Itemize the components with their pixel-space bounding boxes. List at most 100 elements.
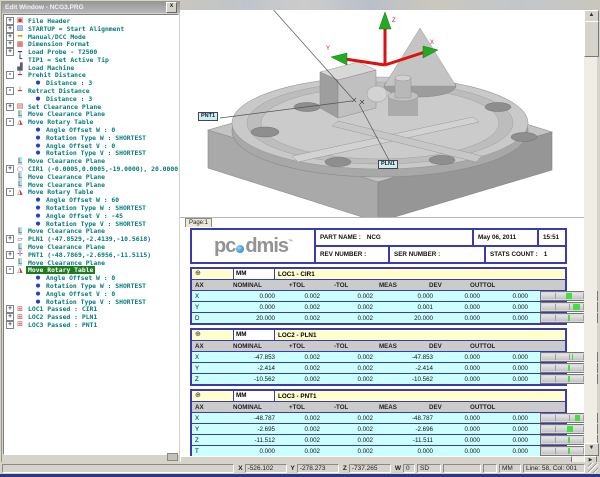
expand-toggle-icon[interactable]: - (6, 118, 14, 126)
edit-window-scroll-corner[interactable] (167, 453, 178, 461)
edit-window-titlebar[interactable]: Edit Window - NCG3.PRG x (2, 2, 180, 13)
expand-toggle-icon[interactable]: - (6, 188, 14, 196)
tree-item[interactable]: + LOC1 Passed : CIR1 (6, 305, 178, 313)
tree-item[interactable]: + LOC2 Passed : PLN1 (6, 313, 178, 321)
tree-item[interactable]: - Move Rotary Table (6, 189, 178, 197)
vertical-scrollbar[interactable]: ▲ ▼ (584, 10, 597, 456)
tree-item-icon (34, 79, 42, 87)
tree-item-icon (16, 119, 24, 126)
tree-item-label: Move Rotary Table (26, 266, 95, 274)
tree-item[interactable]: Rotation Type W : SHORTEST (6, 204, 178, 212)
expand-toggle-icon[interactable]: + (6, 25, 14, 33)
tree-item[interactable]: + Manual/DCC Mode (6, 33, 178, 41)
tree-item[interactable]: - Prehit Distance (6, 72, 178, 80)
tree-item[interactable]: Move Clearance Plane (6, 111, 178, 119)
point-feature-label[interactable]: PNT1 (198, 112, 218, 121)
tree-item[interactable]: Move Clearance Plane (6, 228, 178, 236)
tree-item[interactable]: + Dimension Format (6, 40, 178, 48)
expand-toggle-icon[interactable]: + (6, 103, 14, 111)
tree-item[interactable]: Move Clearance Plane (6, 259, 178, 267)
tree-item[interactable]: Rotation Type V : SHORTEST (6, 150, 178, 158)
tree-item-label: Move Clearance Plane (26, 243, 107, 251)
tree-item[interactable]: + PNT1 (-48.7869,-2.6956,-11.5115) (6, 251, 178, 259)
expand-toggle-icon[interactable]: + (6, 251, 14, 259)
measurement-row: T0.0000.0020.0020.0000.0000.000 (192, 445, 565, 456)
tree-item[interactable]: + STARTUP = Start Alignment (6, 25, 178, 33)
measurement-row: D20.0000.0020.00220.0000.0000.000 (192, 312, 565, 323)
tree-item-icon (16, 321, 24, 328)
tree-item[interactable]: + Load Probe - T2500 (6, 48, 178, 56)
expand-toggle-icon[interactable]: + (6, 235, 14, 243)
expand-toggle-icon[interactable]: + (6, 48, 14, 56)
scroll-down-icon[interactable]: ▼ (584, 443, 599, 456)
tree-item[interactable]: + LOC3 Passed : PNT1 (6, 321, 178, 329)
vertical-scroll-thumb[interactable] (584, 21, 599, 57)
tree-item[interactable]: Rotation Type V : SHORTEST (6, 220, 178, 228)
expand-toggle-icon[interactable]: + (6, 17, 14, 25)
expand-toggle-icon[interactable]: - (6, 266, 14, 274)
tree-item-icon (34, 149, 42, 157)
tree-item[interactable]: Move Clearance Plane (6, 157, 178, 165)
tree-item[interactable]: TIP1 = Set Active Tip (6, 56, 178, 64)
tree-item[interactable]: Distance : 3 (6, 95, 178, 103)
close-icon[interactable]: x (166, 2, 177, 13)
z-coord-value: -737.265 (349, 464, 391, 473)
tree-item[interactable]: - Retract Distance (6, 87, 178, 95)
dimension-section-loc3: ⊕ MM LOC3 - PNT1 AXNOMINAL+TOL-TOLMEASDE… (190, 389, 567, 458)
plane-feature-label[interactable]: PLN1 (378, 160, 398, 169)
resize-grip[interactable] (588, 463, 598, 473)
tree-item[interactable]: Move Clearance Plane (6, 181, 178, 189)
tree-item[interactable]: Rotation Type W : SHORTEST (6, 134, 178, 142)
tree-item[interactable]: Angle Offset V : 0 (6, 142, 178, 150)
expand-toggle-icon[interactable]: + (6, 40, 14, 48)
tree-item[interactable]: Move Clearance Plane (6, 173, 178, 181)
tree-item[interactable]: - Move Rotary Table (6, 267, 178, 275)
tree-item[interactable]: Angle Offset W : 0 (6, 274, 178, 282)
tree-item[interactable]: Rotation Type W : SHORTEST (6, 282, 178, 290)
section-header: ⊕ MM LOC1 - CIR1 (192, 269, 565, 280)
x-coord-value: -526.102 (245, 464, 287, 473)
tree-item-label: LOC1 Passed : CIR1 (26, 305, 99, 313)
tree-item[interactable]: Angle Offset V : -45 (6, 212, 178, 220)
tree-item[interactable]: + File Header (6, 17, 178, 25)
tree-item-icon (16, 33, 24, 40)
tree-item[interactable]: Move Clearance Plane (6, 243, 178, 251)
tree-item[interactable]: Angle Offset W : 60 (6, 196, 178, 204)
logo-trademark: ™ (288, 239, 292, 245)
tree-item-label: Distance : 3 (44, 95, 94, 103)
expand-toggle-icon[interactable]: + (6, 321, 14, 329)
expand-toggle-icon[interactable]: + (6, 305, 14, 313)
tree-item[interactable]: Rotation Type V : SHORTEST (6, 298, 178, 306)
y-coord-value: -278.273 (297, 464, 339, 473)
tree-item[interactable]: + Set Clearance Plane (6, 103, 178, 111)
tree-item[interactable]: Load Machine (6, 64, 178, 72)
section-title: LOC1 - CIR1 (275, 271, 565, 278)
tree-item-icon (34, 196, 42, 204)
tree-item[interactable]: Distance : 3 (6, 79, 178, 87)
tree-item-label: Move Clearance Plane (26, 181, 107, 189)
status-spare-1 (443, 464, 481, 473)
tree-item[interactable]: Angle Offset V : 0 (6, 290, 178, 298)
tree-item[interactable]: + PLN1 (-47.8529,-2.4139,-10.5618) (6, 235, 178, 243)
column-header-row: AXNOMINAL+TOL-TOLMEASDEVOUTTOL (192, 280, 565, 290)
graphics-viewport[interactable]: Z X Y PNT1 PLN1 (180, 10, 584, 218)
report-page-tab[interactable]: Page:1 (185, 218, 212, 227)
tree-item[interactable]: - Move Rotary Table (6, 118, 178, 126)
column-header-row: AXNOMINAL+TOL-TOLMEASDEVOUTTOL (192, 402, 565, 412)
expand-toggle-icon[interactable]: - (6, 71, 14, 79)
tree-item[interactable]: Angle Offset W : 0 (6, 126, 178, 134)
small-cylinder-top (395, 75, 411, 81)
logo-dot-icon (236, 245, 244, 253)
expand-toggle-icon[interactable]: + (6, 33, 14, 41)
y-axis-label: Y (326, 46, 330, 52)
tree-item[interactable]: + CIR1 (-0.0005,0.0005,-19.0000), 20.000… (6, 165, 178, 173)
dimension-icon: ⊕ (192, 269, 234, 279)
expand-toggle-icon[interactable]: + (6, 313, 14, 321)
expand-toggle-icon[interactable]: + (6, 165, 14, 173)
stats-count-cell: STATS COUNT :1 (486, 247, 565, 262)
measurement-row: X-47.8530.0020.002-47.8530.0000.000 (192, 351, 565, 362)
deviation-marker (568, 365, 570, 371)
unit-cell: MM (234, 391, 275, 401)
w-coord-label: W (395, 465, 401, 472)
expand-toggle-icon[interactable]: - (6, 87, 14, 95)
